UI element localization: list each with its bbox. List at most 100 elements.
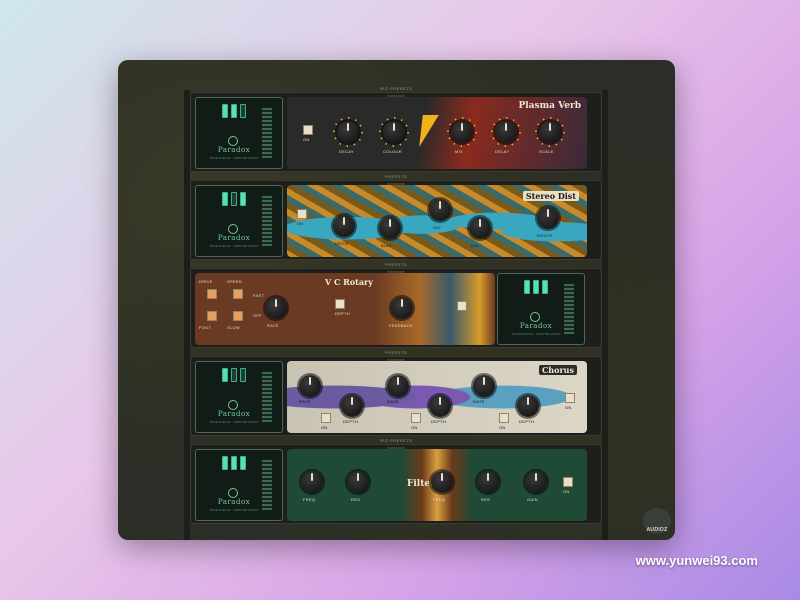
paradox-name: Paradox bbox=[217, 410, 251, 418]
slow-button[interactable] bbox=[233, 311, 243, 321]
paradox-logo-icon bbox=[228, 224, 238, 234]
on-toggle[interactable] bbox=[321, 413, 331, 423]
unit-title: Plasma Verb bbox=[518, 101, 582, 111]
plugin-window: RIO PRESETS Paradox TRUE ANALOG · CONSTE… bbox=[118, 60, 675, 540]
paradox-sub: TRUE ANALOG · CONSTELLATION bbox=[209, 420, 259, 424]
paradox-bar[interactable] bbox=[542, 280, 548, 294]
rotary-toggle[interactable] bbox=[457, 301, 467, 311]
knob-label: ROUTE bbox=[537, 233, 553, 238]
paradox-bar[interactable] bbox=[222, 456, 228, 470]
stereo-dist-panel: Stereo Dist ON DRIVE BIAS SAT MIX ROUTE bbox=[287, 185, 587, 257]
paradox-bar[interactable] bbox=[524, 280, 530, 294]
rate-knob[interactable] bbox=[265, 297, 287, 319]
unit-chorus: PRESETS Paradox TRUE ANALOG · CONSTELLAT… bbox=[190, 350, 602, 436]
depth-toggle[interactable] bbox=[335, 299, 345, 309]
paradox-bar[interactable] bbox=[222, 368, 228, 382]
paradox-logo-icon bbox=[228, 488, 238, 498]
paradox-sub: TRUE ANALOG · CONSTELLATION bbox=[209, 508, 259, 512]
paradox-name: Paradox bbox=[217, 146, 251, 154]
decay-knob[interactable] bbox=[337, 121, 359, 143]
paradox-bar[interactable] bbox=[231, 104, 237, 118]
sat-knob[interactable] bbox=[429, 199, 451, 221]
feedback-knob[interactable] bbox=[391, 297, 413, 319]
paradox-meter bbox=[222, 104, 246, 118]
on-toggle[interactable] bbox=[411, 413, 421, 423]
on-label: ON bbox=[303, 137, 310, 142]
paradox-meter bbox=[222, 368, 246, 382]
on-toggle[interactable] bbox=[563, 477, 573, 487]
paradox-logo-icon bbox=[228, 136, 238, 146]
foot-button[interactable] bbox=[207, 311, 217, 321]
paradox-bar[interactable] bbox=[240, 368, 246, 382]
paradox-module: Paradox TRUE ANALOG · CONSTELLATION bbox=[195, 185, 283, 257]
knob-label: FEEDBACK bbox=[389, 323, 413, 328]
rate-knob-2[interactable] bbox=[387, 375, 409, 397]
res-knob-1[interactable] bbox=[347, 471, 369, 493]
on-label: ON bbox=[499, 425, 506, 430]
on-toggle[interactable] bbox=[303, 125, 313, 135]
on-label: ON bbox=[563, 489, 570, 494]
paradox-module: Paradox TRUE ANALOG · CONSTELLATION bbox=[497, 273, 585, 345]
knob-label: DELAY bbox=[495, 149, 510, 154]
paradox-bar[interactable] bbox=[231, 456, 237, 470]
button-label: FOOT bbox=[199, 325, 212, 330]
on-toggle[interactable] bbox=[499, 413, 509, 423]
knob-label: MIX bbox=[471, 243, 480, 248]
knob-label: RATE bbox=[387, 399, 399, 404]
rate-knob-3[interactable] bbox=[473, 375, 495, 397]
knob-label: SAT bbox=[433, 225, 442, 230]
knob-label: DEPTH bbox=[335, 311, 351, 316]
knob-label: DEPTH bbox=[519, 419, 535, 424]
rack: RIO PRESETS Paradox TRUE ANALOG · CONSTE… bbox=[184, 86, 608, 540]
route-knob[interactable] bbox=[537, 207, 559, 229]
knob-label: DEPTH bbox=[343, 419, 359, 424]
master-toggle[interactable] bbox=[565, 393, 575, 403]
paradox-sub: TRUE ANALOG · CONSTELLATION bbox=[209, 244, 259, 248]
paradox-bar[interactable] bbox=[222, 104, 228, 118]
depth-knob-3[interactable] bbox=[517, 395, 539, 417]
paradox-bar[interactable] bbox=[222, 192, 228, 206]
paradox-bar[interactable] bbox=[231, 192, 237, 206]
bias-knob[interactable] bbox=[379, 217, 401, 239]
audioz-logo-icon: AUDIOZ bbox=[643, 508, 671, 534]
knob-label: MIX bbox=[455, 149, 464, 154]
speed-button[interactable] bbox=[233, 289, 243, 299]
unit-top-label: PRESETS bbox=[384, 174, 408, 179]
gain-knob[interactable] bbox=[525, 471, 547, 493]
delay-knob[interactable] bbox=[495, 121, 517, 143]
unit-filter: RIO PRESETS Paradox TRUE ANALOG · CONSTE… bbox=[190, 438, 602, 524]
paradox-meter bbox=[524, 280, 548, 294]
drive-knob[interactable] bbox=[333, 215, 355, 237]
unit-title: Chorus bbox=[538, 365, 577, 375]
filter-panel: Filter FREQ RES FREQ RES GAIN ON bbox=[287, 449, 587, 521]
on-toggle[interactable] bbox=[297, 209, 307, 219]
lightning-icon bbox=[411, 115, 439, 147]
paradox-name: Paradox bbox=[217, 498, 251, 506]
scale-knob[interactable] bbox=[539, 121, 561, 143]
freq-knob-1[interactable] bbox=[301, 471, 323, 493]
unit-stereo-dist: PRESETS Paradox TRUE ANALOG · CONSTELLAT… bbox=[190, 174, 602, 260]
paradox-sub: TRUE ANALOG · CONSTELLATION bbox=[209, 156, 259, 160]
depth-knob-1[interactable] bbox=[341, 395, 363, 417]
res-knob-2[interactable] bbox=[477, 471, 499, 493]
mix-knob[interactable] bbox=[451, 121, 473, 143]
rack-rail-right bbox=[602, 90, 608, 540]
depth-knob-2[interactable] bbox=[429, 395, 451, 417]
unit-top-label: RIO PRESETS bbox=[379, 86, 413, 91]
paradox-bar[interactable] bbox=[240, 192, 246, 206]
plasma-verb-panel: Plasma Verb ON DECAY COLOUR MIX DELAY SC… bbox=[287, 97, 587, 169]
drive-button[interactable] bbox=[207, 289, 217, 299]
colour-knob[interactable] bbox=[383, 121, 405, 143]
paradox-bar[interactable] bbox=[533, 280, 539, 294]
knob-label: SCALE bbox=[539, 149, 554, 154]
paradox-bar[interactable] bbox=[240, 456, 246, 470]
paradox-name: Paradox bbox=[217, 234, 251, 242]
paradox-bar[interactable] bbox=[240, 104, 246, 118]
paradox-bar[interactable] bbox=[231, 368, 237, 382]
paradox-name: Paradox bbox=[519, 322, 553, 330]
freq-knob-2[interactable] bbox=[431, 471, 453, 493]
mix-knob[interactable] bbox=[469, 217, 491, 239]
knob-label: FREQ bbox=[433, 497, 446, 502]
rate-knob-1[interactable] bbox=[299, 375, 321, 397]
unit-top-label: RIO PRESETS bbox=[379, 438, 413, 443]
